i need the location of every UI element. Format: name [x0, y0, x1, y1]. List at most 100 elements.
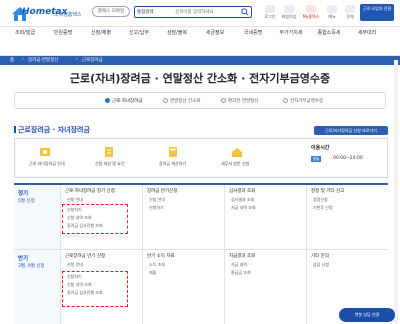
- gnb-item-7[interactable]: 부가가치세: [274, 30, 308, 37]
- gnb-item-4[interactable]: 상담/불복: [160, 30, 194, 37]
- cell-link[interactable]: 기한후 신청: [313, 205, 333, 211]
- breadcrumb-separator: ›: [22, 57, 24, 62]
- cell-link[interactable]: 정정신청: [313, 197, 328, 203]
- cell-link[interactable]: 신청하기: [149, 205, 164, 211]
- info-panel: 근로·자녀장려금 안내 신청 대상 및 요건 장려금 계산하기 세무서 방문 신…: [14, 138, 388, 178]
- row-head-half: 반기 3월, 9월 신청: [14, 250, 60, 324]
- chatbot-button[interactable]: 챗봇 상담 연결: [339, 308, 395, 322]
- hometax-logo[interactable]: Hometax 국세청홈택스: [10, 5, 84, 23]
- apply-shortcut-button[interactable]: 근로/자녀장려금 신청 바로가기: [314, 126, 388, 135]
- period-date: 3월, 9월 신청: [18, 264, 45, 269]
- page-title: 근로(자녀)장려금 · 연말정산 간소화 · 전자기부금영수증: [69, 72, 331, 85]
- login-button[interactable]: 로그인: [262, 5, 278, 23]
- table-cell: 지급결과 조회 지급 내역 환급금 조회: [224, 250, 306, 324]
- cell-link[interactable]: 소득 조회: [149, 262, 165, 268]
- search-input[interactable]: [175, 8, 239, 17]
- cell-link[interactable]: 지급 내역 조회: [231, 205, 256, 211]
- cell-title: 근로장려금 반기 신청: [65, 254, 106, 259]
- radio-icon: [163, 98, 168, 103]
- info-eligibility-link[interactable]: 신청 대상 및 요건: [95, 161, 125, 167]
- cell-link[interactable]: 심사결과 조회: [231, 197, 254, 203]
- hours-value: 00:00~24:00: [333, 156, 363, 161]
- table-cell: 심사결과 조회 심사결과 조회 지급 내역 조회: [224, 185, 306, 249]
- all-menu-button[interactable]: 전체: [342, 5, 358, 23]
- tab-donation-receipt[interactable]: 전자기부금영수증: [283, 98, 323, 104]
- info-guide-link[interactable]: 근로·자녀장려금 안내: [29, 161, 65, 167]
- gnb-item-5[interactable]: 세금정보: [198, 30, 232, 37]
- radio-selected-icon: [105, 98, 110, 103]
- search-box: 통합검색: [134, 6, 252, 18]
- breadcrumb-separator: ›: [76, 57, 78, 62]
- section-title: 근로장려금 · 자녀장려금: [14, 125, 90, 135]
- tab-earned-income[interactable]: 근로·자녀장려금: [105, 98, 142, 104]
- login-label: 로그인: [264, 14, 276, 19]
- checklist-icon: [105, 147, 113, 157]
- cell-title: 장려금 반기신청: [147, 189, 178, 194]
- info-calculator-link[interactable]: 장려금 계산하기: [159, 161, 186, 167]
- cell-link[interactable]: 환급금 조회: [231, 270, 251, 276]
- gnb-item-1[interactable]: 민원증명: [46, 30, 80, 37]
- grid-icon: [345, 5, 355, 13]
- mobile-mode-toggle[interactable]: 홈택스 모바일: [92, 6, 130, 17]
- cell-link[interactable]: 제출: [149, 270, 156, 276]
- tab-label: 연말정산 간소화: [170, 99, 201, 104]
- cell-title: 지급결과 조회: [229, 254, 256, 259]
- section-title-text: 근로장려금 · 자녀장려금: [18, 126, 90, 134]
- gnb-item-8[interactable]: 종합소득세: [312, 30, 346, 37]
- cell-link[interactable]: 신청 안내: [67, 262, 83, 268]
- my-hometax-label: My홈택스: [302, 14, 320, 19]
- all-menu-label: 전체: [346, 14, 354, 19]
- cell-link[interactable]: 신청 안내: [67, 197, 83, 203]
- my-hometax-icon: [306, 5, 316, 13]
- scrollbar[interactable]: [394, 60, 398, 324]
- highlight-box: [62, 271, 128, 307]
- cell-title: 근로·자녀장려금 정기 신청: [65, 189, 115, 194]
- title-bar-icon: [14, 126, 16, 133]
- cell-title: 반기 소득 자료: [147, 254, 175, 259]
- radio-icon: [221, 98, 226, 103]
- gnb-item-3[interactable]: 신고/납부: [122, 30, 156, 37]
- my-hometax-button[interactable]: My홈택스: [300, 5, 322, 23]
- menu-button[interactable]: 메뉴: [324, 5, 340, 23]
- login-icon: [265, 5, 275, 13]
- period-date: 5월 신청: [18, 199, 35, 204]
- cell-link[interactable]: 상담 신청: [313, 262, 329, 268]
- gnb-item-9[interactable]: 세무대리: [350, 30, 384, 37]
- tab-year-end-simplified[interactable]: 연말정산 간소화: [163, 98, 200, 104]
- breadcrumb-item-1[interactable]: 장려금·연말정산: [28, 57, 58, 63]
- tab-label: 전자기부금영수증: [290, 99, 324, 104]
- user-type-switch-button[interactable]: 근로·사업자 전환: [360, 4, 394, 21]
- radio-icon: [283, 98, 288, 103]
- gnb-item-6[interactable]: 국세증명: [236, 30, 270, 37]
- row-head-regular: 정기 5월 신청: [14, 185, 60, 249]
- cell-title: 심사결과 조회: [229, 189, 256, 194]
- tab-label: 편리한 연말정산: [228, 99, 259, 104]
- breadcrumb-item-2[interactable]: 근로장려금: [82, 57, 103, 63]
- cell-title: 정정 및 기타 신고: [311, 189, 345, 194]
- signup-label: 회원가입: [281, 14, 297, 19]
- cell-link[interactable]: 신청 안내: [149, 197, 165, 203]
- guide-icon: [40, 148, 50, 156]
- table-cell: 반기 소득 자료 소득 조회 제출: [142, 250, 224, 324]
- cell-link[interactable]: 지급 내역: [231, 262, 247, 268]
- info-visit-link[interactable]: 세무서 방문 신청: [221, 161, 249, 167]
- signup-button[interactable]: 회원가입: [281, 5, 297, 23]
- tab-easy-year-end[interactable]: 편리한 연말정산: [221, 98, 258, 104]
- hours-badge: 평일: [311, 156, 322, 162]
- global-nav: 조회/발급 민원증명 신청/제출 신고/납부 상담/불복 세금정보 국세증명 부…: [0, 27, 400, 56]
- tab-group: 근로·자녀장려금 연말정산 간소화 편리한 연말정산 전자기부금영수증: [14, 92, 386, 109]
- signup-icon: [284, 5, 294, 13]
- breadcrumb-home[interactable]: 홈: [10, 57, 14, 63]
- calculator-icon: [169, 147, 177, 157]
- table-cell: 장려금 반기신청 신청 안내 신청하기: [142, 185, 224, 249]
- menu-label: 메뉴: [328, 14, 336, 19]
- search-icon[interactable]: [241, 8, 249, 16]
- search-scope-select[interactable]: 통합검색: [137, 9, 154, 15]
- highlight-box: [62, 204, 128, 234]
- office-visit-icon: [232, 148, 242, 157]
- gnb-item-2[interactable]: 신청/제출: [84, 30, 118, 37]
- logo-subtext: 국세청홈택스: [54, 12, 82, 18]
- menu-icon: [327, 5, 337, 13]
- gnb-item-0[interactable]: 조회/발급: [8, 30, 42, 37]
- breadcrumb: 홈 › 장려금·연말정산 › 근로장려금: [0, 56, 400, 65]
